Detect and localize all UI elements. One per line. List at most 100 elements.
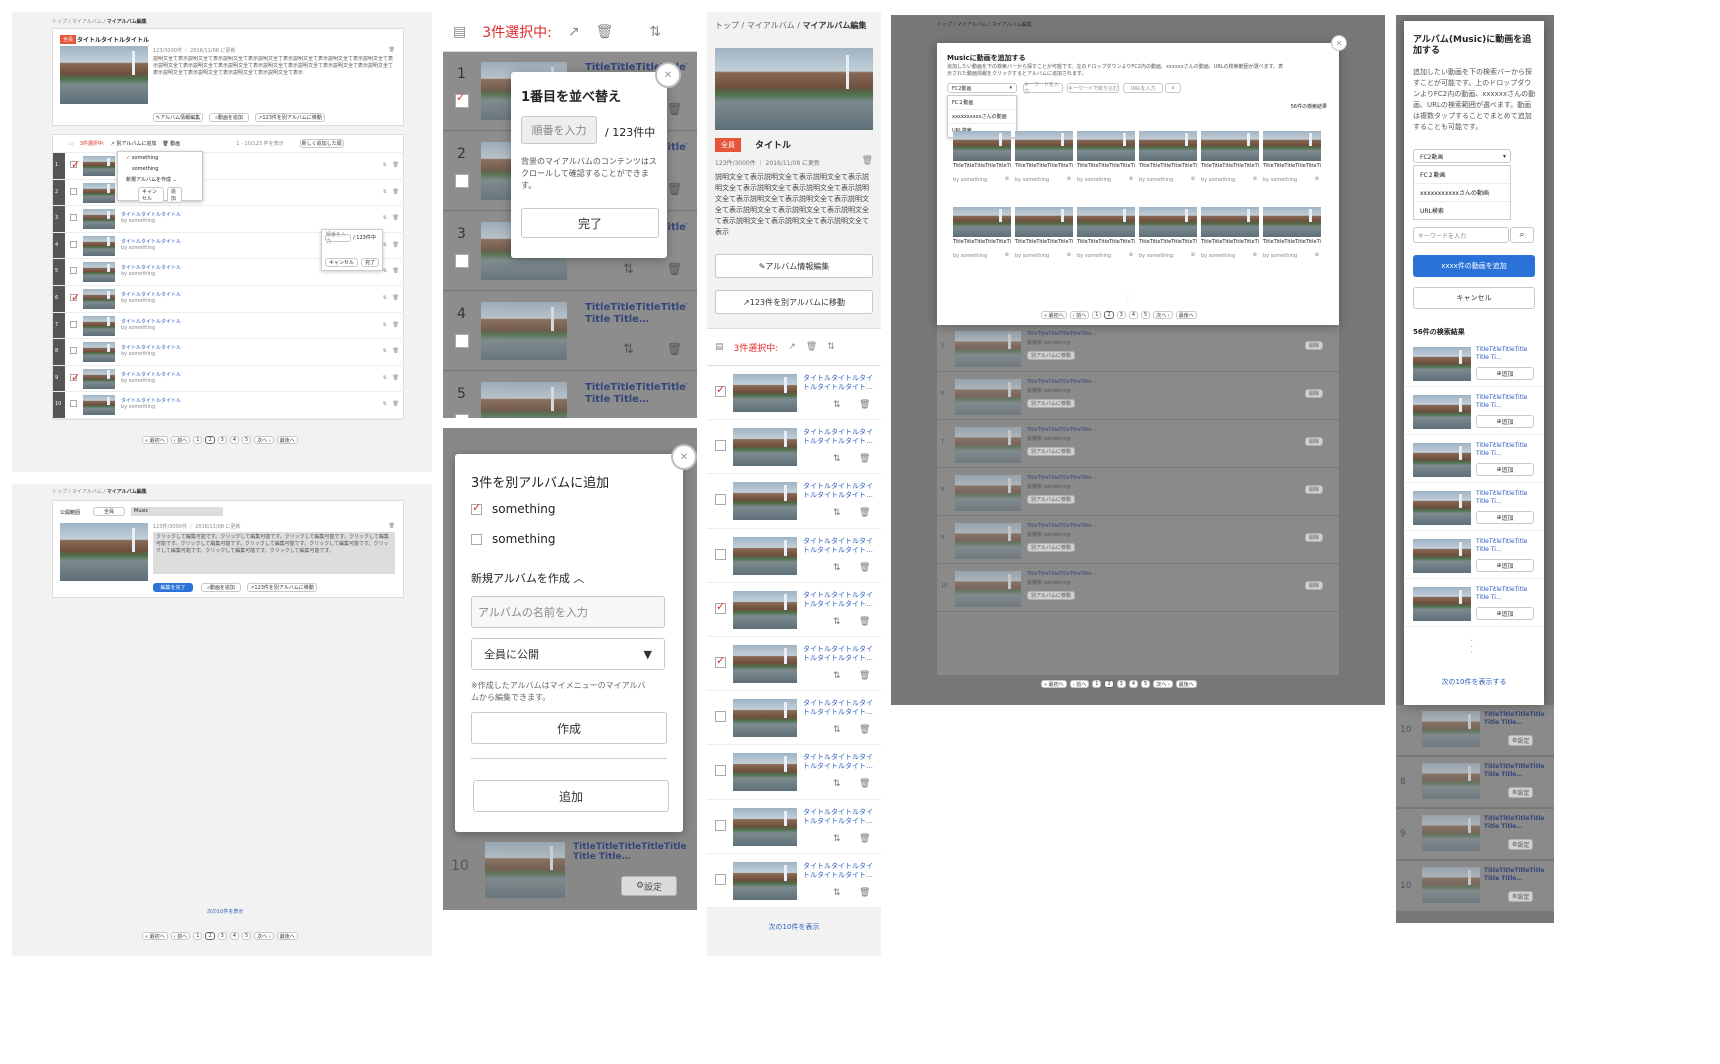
reorder-icon[interactable]: ⇅ [383,189,387,195]
source-7-option-3[interactable]: URL検索 [1414,202,1510,219]
table-row[interactable]: 6 タイトルタイトルタイトルby something ⇅ 🗑 [53,286,405,313]
page-link[interactable]: 3 [1116,311,1126,319]
video-card[interactable]: TitleTitleTitleTitleTitleTitleTi… by some… [953,113,1011,185]
table-row[interactable]: 7 タイトルタイトルタイトル by something ⇅ 🗑 [53,313,405,340]
video-card[interactable]: TitleTitleTitleTitleTitleTitleTi… by some… [1263,189,1321,261]
edit-info-button[interactable]: ✎ アルバム情報編集 [153,113,203,122]
page-link[interactable]: 4 [1128,680,1138,688]
video-card[interactable]: TitleTitleTitleTitleTitleTitleTi… by some… [1077,113,1135,185]
row-checkbox[interactable] [715,873,726,885]
row-checkbox[interactable] [715,383,726,397]
cancel-button-7[interactable]: キャンセル [1413,287,1535,309]
reorder-icon[interactable]: ⇅ [833,563,841,573]
reorder-done-button[interactable]: 完了 [361,258,379,267]
select-all-icon-3[interactable]: ▤ [453,24,466,40]
trash-icon[interactable]: 🗑 [667,262,682,276]
reorder-icon[interactable]: ⇅ [833,888,841,898]
list-item[interactable]: タイトルタイトルタイトルタイトルタイト… ⇅ 🗑 [707,800,881,854]
select-all-icon[interactable]: ▭ [69,141,74,147]
list-item[interactable]: TitleTitleTitleTitle Title Ti… ⊕ 追加 [1404,581,1544,627]
reorder-icon[interactable]: ⇅ [383,322,387,328]
add-icon[interactable]: ⊕ [1129,176,1133,182]
create-album-button[interactable]: 作成 [471,712,667,744]
item-add-button[interactable]: ⊕ 追加 [1476,607,1534,620]
page-link[interactable]: 5 [1141,311,1151,319]
list-item[interactable]: タイトルタイトルタイトルタイトルタイト… ⇅ 🗑 [707,420,881,475]
add-videos-button[interactable]: xxxx件の動画を追加 [1413,255,1535,277]
row-title[interactable]: タイトルタイトルタイトルタイトルタイト… [803,482,873,500]
page-link[interactable]: 3 [1116,680,1126,688]
breadcrumb-5-album[interactable]: マイアルバム [747,21,795,30]
trash-icon[interactable]: 🗑 [393,401,399,407]
add-icon[interactable]: ⊕ [1067,176,1071,182]
dropdown-item-1[interactable]: ✓ something [118,152,202,164]
reorder-icon[interactable]: ⇅ [383,242,387,248]
row-checkbox[interactable] [70,371,80,384]
list-item[interactable]: TitleTitleTitleTitle Title Ti… ⊕ 追加 [1404,437,1544,483]
page-link[interactable]: 4 [229,436,239,444]
add-icon[interactable]: ⊕ [1067,252,1071,258]
page-link[interactable]: 次へ › [254,436,274,444]
checkbox-unchecked[interactable] [471,533,482,545]
dropdown-cancel-button[interactable]: キャンセル [138,187,164,203]
trash-icon[interactable]: 🗑 [393,189,399,195]
row-checkbox[interactable] [715,494,726,506]
page-link[interactable]: « 最初へ [1041,311,1067,319]
new-album-toggle-4[interactable]: 新規アルバムを作成 ︿ [471,570,584,586]
row-title[interactable]: タイトルタイトルタイトルタイトルタイト… [803,753,873,771]
row-title[interactable]: タイトルタイトルタイトルタイトルタイト… [803,699,873,717]
breadcrumb-5-top[interactable]: トップ [715,21,739,30]
row-title[interactable]: タイトルタイトルタイトルタイトルタイト… [803,428,873,446]
checkbox-checked[interactable] [471,501,482,515]
row-checkbox[interactable] [70,240,77,248]
filter-input-6[interactable]: キーワードで絞り込む [1067,83,1119,93]
video-card[interactable]: TitleTitleTitleTitleTitleTitleTi… by some… [1015,113,1073,185]
add-icon[interactable]: ⊕ [1005,176,1009,182]
list-item[interactable]: 5 TitleTitleTitleTitleTitleTitle Title Ti… [443,372,697,418]
sort-icon-3[interactable]: ⇅ [649,24,661,40]
source-option-1[interactable]: FC２動画 [948,96,1016,110]
delete-icon[interactable]: 🗑 [389,47,395,53]
breadcrumb-2-top[interactable]: トップ [52,489,67,495]
reorder-icon[interactable]: ⇅ [833,834,841,844]
page-link[interactable]: 5 [1141,680,1151,688]
breadcrumb-top[interactable]: トップ [52,19,67,25]
trash-icon[interactable]: 🗑 [393,375,399,381]
row-checkbox[interactable] [715,654,726,668]
trash-icon[interactable]: 🗑 [859,617,870,627]
trash-icon-3[interactable]: 🗑 [596,24,614,40]
breadcrumb-6-album[interactable]: マイアルバム [957,22,987,28]
row-title[interactable]: タイトルタイトルタイトルタイトルタイト… [803,862,873,880]
page-link[interactable]: 2 [205,436,215,444]
new-album-toggle[interactable]: 新規アルバムを作成 ⌄ [118,174,202,185]
page-link[interactable]: 1 [1092,311,1102,319]
table-row[interactable]: 10 タイトルタイトルタイトル by something ⇅ 🗑 [53,392,405,419]
move-button[interactable]: ↗ 123件を別アルバムに移動 [255,113,325,122]
add-icon[interactable]: ⊕ [1129,252,1133,258]
reorder-icon[interactable]: ⇅ [833,671,841,681]
add-icon[interactable]: ⊕ [1253,252,1257,258]
row-title[interactable]: タイトルタイトルタイトルタイトルタイト… [803,374,873,392]
row-checkbox[interactable] [70,267,77,275]
item-add-button[interactable]: ⊕ 追加 [1476,511,1534,524]
page-link[interactable]: 1 [1092,680,1102,688]
trash-icon[interactable]: 🗑 [859,671,870,681]
list-item[interactable]: タイトルタイトルタイトルタイトルタイト… ⇅ 🗑 [707,583,881,637]
row-title[interactable]: タイトルタイトルタイトルタイトルタイト… [803,537,873,555]
trash-icon[interactable]: 🗑 [859,888,870,898]
dropdown-add-button[interactable]: 追加 [166,187,182,203]
scope-select[interactable]: 全員 [93,507,125,516]
row-checkbox[interactable] [455,254,469,268]
album-name-input[interactable]: アルバムの名前を入力 [471,596,665,628]
page-link[interactable]: 3 [217,436,227,444]
trash-icon[interactable]: 🗑 [393,268,399,274]
page-link[interactable]: 次へ › [1153,311,1173,319]
add-icon[interactable]: ⊕ [1315,252,1319,258]
trash-icon-5[interactable]: 🗑 [806,342,817,352]
breadcrumb-2-album[interactable]: マイアルバム [72,489,102,495]
table-row[interactable]: 1 ⇅ 🗑 [53,153,405,180]
page-link[interactable]: « 最初へ [142,436,168,444]
page-link[interactable]: 3 [217,932,227,940]
list-item[interactable]: タイトルタイトルタイトルタイトルタイト… ⇅ 🗑 [707,691,881,746]
list-item[interactable]: TitleTitleTitleTitle Title Ti… ⊕ 追加 [1404,389,1544,435]
